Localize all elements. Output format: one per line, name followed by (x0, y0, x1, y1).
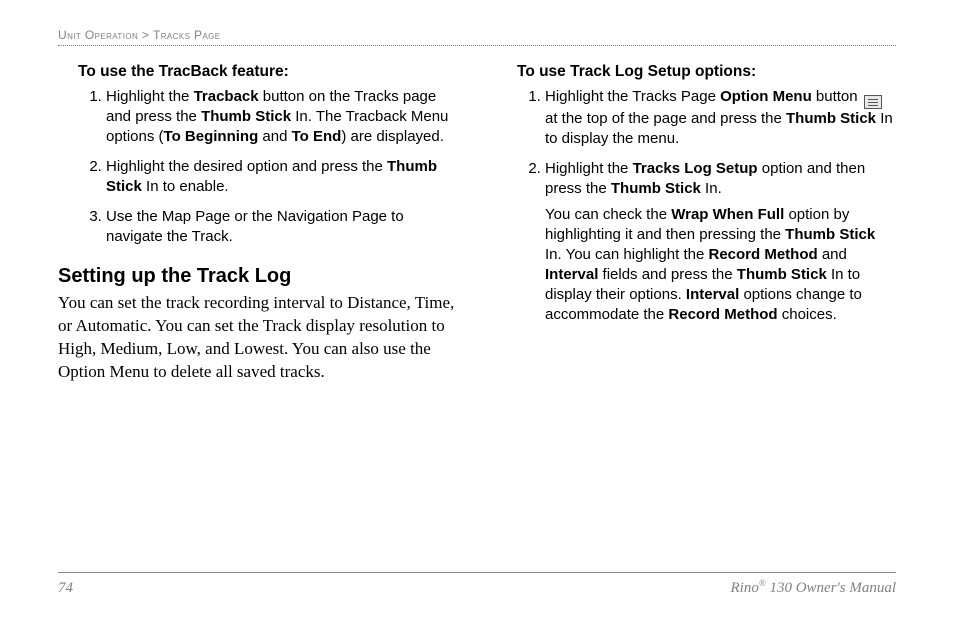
list-item: Highlight the Tracks Page Option Menu bu… (545, 87, 896, 149)
step-continuation: You can check the Wrap When Full option … (545, 205, 896, 325)
list-item: Highlight the Tracback button on the Tra… (106, 87, 457, 147)
manual-title: Rino® 130 Owner's Manual (731, 578, 896, 597)
setting-up-paragraph: You can set the track recording interval… (58, 292, 457, 384)
page-number: 74 (58, 580, 73, 597)
breadcrumb-sep: > (138, 28, 153, 42)
tracklog-setup-heading: To use Track Log Setup options: (517, 62, 896, 83)
option-menu-icon (864, 95, 882, 109)
tracklog-setup-steps: Highlight the Tracks Page Option Menu bu… (497, 87, 896, 325)
list-item: Highlight the Tracks Log Setup option an… (545, 159, 896, 325)
content-columns: To use the TracBack feature: Highlight t… (58, 62, 896, 384)
list-item: Use the Map Page or the Navigation Page … (106, 207, 457, 247)
left-column: To use the TracBack feature: Highlight t… (58, 62, 457, 384)
breadcrumb-part1: Unit Operation (58, 28, 138, 42)
breadcrumb-part2: Tracks Page (153, 28, 221, 42)
breadcrumb: Unit Operation > Tracks Page (58, 28, 896, 46)
tracback-heading: To use the TracBack feature: (78, 62, 457, 83)
right-column: To use Track Log Setup options: Highligh… (497, 62, 896, 384)
tracback-steps: Highlight the Tracback button on the Tra… (58, 87, 457, 247)
setting-up-heading: Setting up the Track Log (58, 264, 457, 288)
list-item: Highlight the desired option and press t… (106, 157, 457, 197)
page-footer: 74 Rino® 130 Owner's Manual (58, 572, 896, 597)
